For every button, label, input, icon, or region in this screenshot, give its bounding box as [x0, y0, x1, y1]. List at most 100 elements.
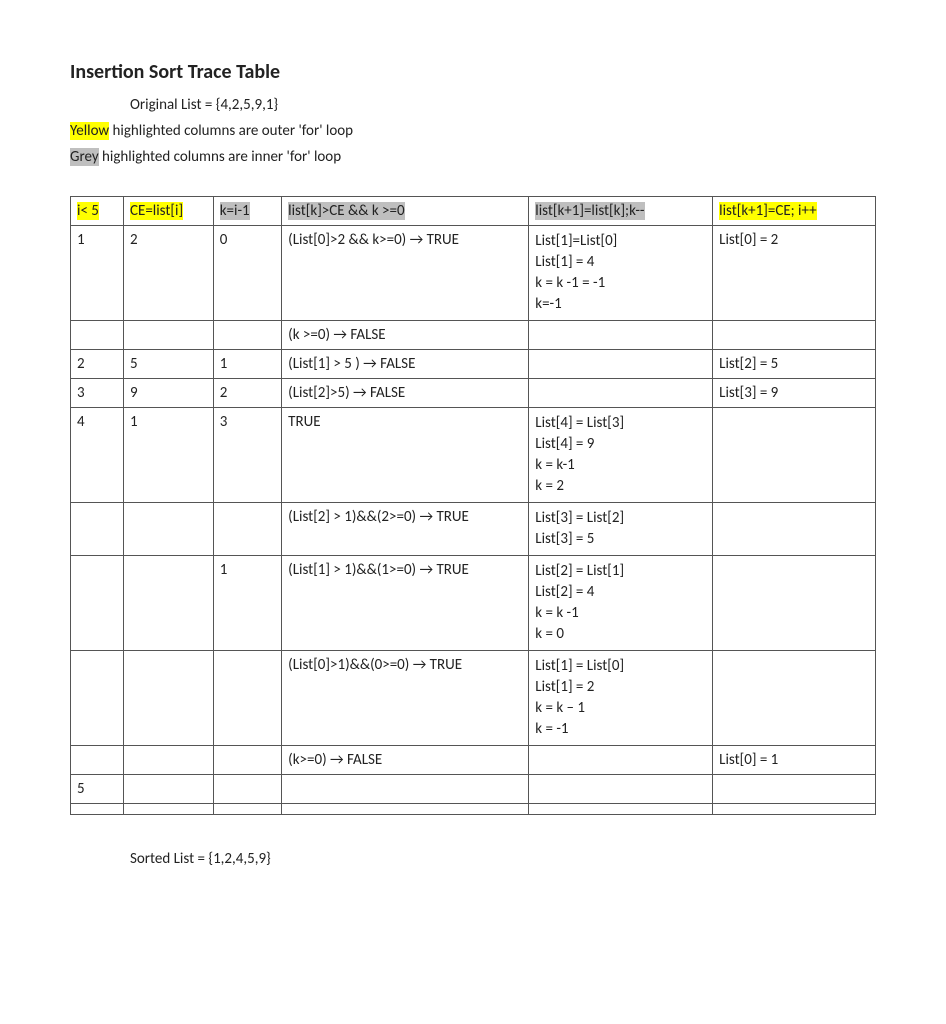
cell-i: 3	[71, 379, 124, 408]
cell-out: List[0] = 1	[713, 746, 876, 775]
cell-ce	[124, 321, 214, 350]
cell-act	[529, 804, 713, 815]
header-out: list[k+1]=CE; i++	[719, 202, 816, 220]
legend-yellow-word: Yellow	[70, 122, 109, 140]
page-title: Insertion Sort Trace Table	[70, 60, 876, 84]
table-row: 251(List[1] > 5 ) → FALSE List[2] = 5	[71, 350, 876, 379]
cell-i: 1	[71, 226, 124, 321]
original-list-line: Original List = {4,2,5,9,1}	[130, 96, 876, 114]
cell-cond: (List[2] > 1)&&(2>=0) → TRUE	[282, 503, 529, 556]
cell-out	[713, 775, 876, 804]
cell-out	[713, 321, 876, 350]
act-line: k = k-1	[535, 455, 706, 476]
cell-i: 5	[71, 775, 124, 804]
act-line: List[1]=List[0]	[535, 231, 706, 252]
cell-act	[529, 746, 713, 775]
cell-act: List[2] = List[1]List[2] = 4k = k -1k = …	[529, 556, 713, 651]
cell-out: List[0] = 2	[713, 226, 876, 321]
act-line: k = k -1	[535, 603, 706, 624]
cell-act: List[1]=List[0]List[1] = 4k = k -1 = -1k…	[529, 226, 713, 321]
cell-k: 1	[213, 350, 281, 379]
act-line: k = 2	[535, 476, 706, 497]
cell-i	[71, 503, 124, 556]
trace-table: i< 5 CE=list[i] k=i-1 list[k]>CE && k >=…	[70, 196, 876, 815]
cell-ce	[124, 556, 214, 651]
cell-ce	[124, 804, 214, 815]
cell-i	[71, 746, 124, 775]
act-line: List[1] = 4	[535, 252, 706, 273]
cell-k: 0	[213, 226, 281, 321]
cell-ce	[124, 503, 214, 556]
act-line: List[3] = List[2]	[535, 508, 706, 529]
cell-out	[713, 408, 876, 503]
legend-yellow: Yellow highlighted columns are outer 'fo…	[70, 122, 876, 140]
cell-cond: (List[1] > 1)&&(1>=0) → TRUE	[282, 556, 529, 651]
act-line: k = 0	[535, 624, 706, 645]
header-cond: list[k]>CE && k >=0	[288, 202, 404, 220]
act-line: List[1] = 2	[535, 677, 706, 698]
cell-cond: (List[0]>1)&&(0>=0) → TRUE	[282, 651, 529, 746]
act-line: k=-1	[535, 294, 706, 315]
cell-i	[71, 804, 124, 815]
act-line: List[2] = List[1]	[535, 561, 706, 582]
cell-ce: 9	[124, 379, 214, 408]
legend-grey-word: Grey	[70, 148, 99, 166]
act-line: k = k – 1	[535, 698, 706, 719]
cell-cond: TRUE	[282, 408, 529, 503]
act-line: List[1] = List[0]	[535, 656, 706, 677]
cell-act: List[4] = List[3]List[4] = 9k = k-1k = 2	[529, 408, 713, 503]
header-act: list[k+1]=list[k];k--	[535, 202, 644, 220]
cell-ce	[124, 775, 214, 804]
cell-out	[713, 804, 876, 815]
cell-k	[213, 804, 281, 815]
table-row: (List[0]>1)&&(0>=0) → TRUEList[1] = List…	[71, 651, 876, 746]
cell-i: 4	[71, 408, 124, 503]
table-row: 1(List[1] > 1)&&(1>=0) → TRUEList[2] = L…	[71, 556, 876, 651]
act-line: k = -1	[535, 719, 706, 740]
cell-i: 2	[71, 350, 124, 379]
legend-grey-text: highlighted columns are inner 'for' loop	[99, 148, 341, 166]
header-i: i< 5	[77, 202, 99, 220]
cell-ce: 2	[124, 226, 214, 321]
header-ce: CE=list[i]	[130, 202, 183, 220]
table-row: (k >=0) → FALSE	[71, 321, 876, 350]
cell-out	[713, 651, 876, 746]
cell-ce	[124, 746, 214, 775]
act-line: List[3] = 5	[535, 529, 706, 550]
cell-k	[213, 775, 281, 804]
cell-cond: (k>=0) → FALSE	[282, 746, 529, 775]
cell-ce: 5	[124, 350, 214, 379]
table-row	[71, 804, 876, 815]
cell-k	[213, 651, 281, 746]
act-line: List[4] = List[3]	[535, 413, 706, 434]
cell-act	[529, 350, 713, 379]
table-row: 5	[71, 775, 876, 804]
cell-cond: (k >=0) → FALSE	[282, 321, 529, 350]
cell-cond	[282, 775, 529, 804]
cell-k: 2	[213, 379, 281, 408]
cell-i	[71, 651, 124, 746]
table-header-row: i< 5 CE=list[i] k=i-1 list[k]>CE && k >=…	[71, 197, 876, 226]
cell-out	[713, 556, 876, 651]
act-line: List[2] = 4	[535, 582, 706, 603]
cell-ce	[124, 651, 214, 746]
cell-act: List[1] = List[0]List[1] = 2k = k – 1k =…	[529, 651, 713, 746]
cell-ce: 1	[124, 408, 214, 503]
table-row: 120(List[0]>2 && k>=0) → TRUEList[1]=Lis…	[71, 226, 876, 321]
cell-act	[529, 321, 713, 350]
act-line: List[4] = 9	[535, 434, 706, 455]
cell-k	[213, 503, 281, 556]
cell-out	[713, 503, 876, 556]
cell-k	[213, 321, 281, 350]
cell-i	[71, 556, 124, 651]
legend-grey: Grey highlighted columns are inner 'for'…	[70, 148, 876, 166]
cell-act	[529, 775, 713, 804]
cell-k	[213, 746, 281, 775]
cell-i	[71, 321, 124, 350]
cell-act	[529, 379, 713, 408]
cell-out: List[3] = 9	[713, 379, 876, 408]
cell-out: List[2] = 5	[713, 350, 876, 379]
cell-cond: (List[2]>5) → FALSE	[282, 379, 529, 408]
table-row: 413TRUEList[4] = List[3]List[4] = 9k = k…	[71, 408, 876, 503]
cell-cond: (List[1] > 5 ) → FALSE	[282, 350, 529, 379]
